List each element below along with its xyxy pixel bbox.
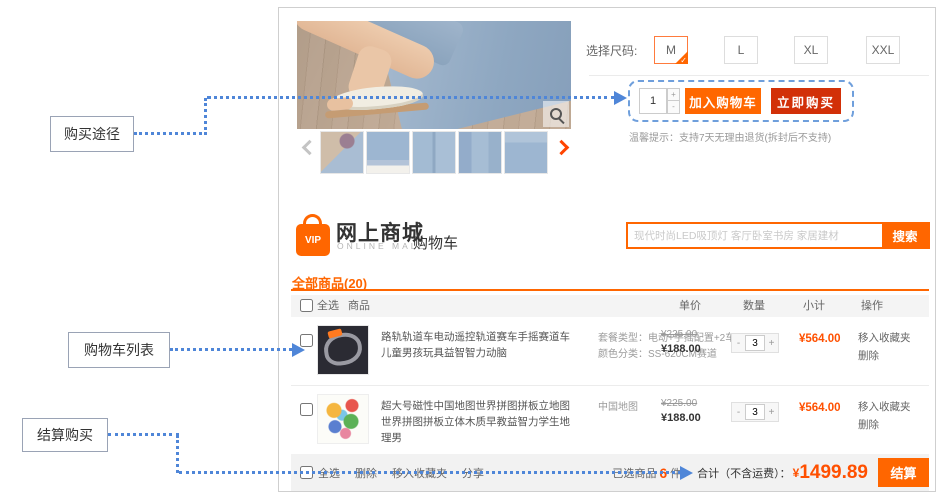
size-chip-xxl-label: XXL — [872, 43, 895, 57]
header-product: 商品 — [348, 295, 370, 317]
move-to-favorites-link[interactable]: 移入收藏夹 — [858, 330, 911, 345]
search-bar: 搜索 — [626, 222, 930, 249]
annotation-arrow — [614, 91, 627, 105]
product-thumbnail-2[interactable] — [366, 131, 410, 174]
image-zoom-button[interactable] — [543, 101, 569, 127]
header-unit-price: 单价 — [679, 295, 701, 317]
header-subtotal: 小计 — [803, 295, 825, 317]
annotation-line — [204, 98, 207, 135]
subtotal: ¥564.00 — [799, 402, 841, 414]
delete-link[interactable]: 删除 — [858, 348, 879, 363]
chevron-right-icon[interactable] — [554, 140, 570, 156]
product-title[interactable]: 路轨轨道车电动遥控轨道赛车手摇赛道车儿童男孩玩具益智智力动脑 — [381, 329, 579, 361]
add-to-cart-button[interactable]: 加入购物车 — [685, 88, 761, 114]
price-new: ¥188.00 — [661, 343, 701, 355]
size-chip-xl[interactable]: XL — [794, 36, 828, 64]
vip-label: VIP — [296, 224, 330, 256]
annotation-arrow — [680, 466, 693, 480]
quantity-input[interactable] — [639, 88, 667, 114]
size-chip-m[interactable]: M ✓ — [654, 36, 688, 64]
total-label: 合计（不含运费）： — [697, 465, 791, 481]
annotation-checkout-label: 结算购买 — [37, 425, 93, 445]
size-label: 选择尺码: — [586, 42, 637, 59]
currency-symbol: ¥ — [793, 466, 800, 480]
price-new: ¥188.00 — [661, 412, 701, 424]
annotation-line — [207, 96, 615, 99]
quantity-decrease-button[interactable]: - — [667, 101, 680, 114]
product-main-image — [297, 21, 571, 129]
annotation-purchase-path: 购买途径 — [50, 116, 134, 152]
section-divider — [589, 75, 929, 76]
qty-minus-button[interactable]: - — [732, 338, 745, 349]
subtotal: ¥564.00 — [799, 333, 841, 345]
search-button[interactable]: 搜索 — [882, 224, 928, 247]
size-chip-xl-label: XL — [804, 43, 819, 57]
product-image-track-toy[interactable] — [317, 325, 369, 375]
product-cart-panel: 选择尺码: M ✓ L XL XXL + - 加入购物车 立即购买 温馨提示：支… — [278, 7, 936, 492]
search-input[interactable] — [628, 224, 882, 247]
product-spec: 中国地图 — [598, 400, 638, 416]
qty-input[interactable] — [745, 335, 765, 351]
cart-row-1: 路轨轨道车电动遥控轨道赛车手摇赛道车儿童男孩玩具益智智力动脑 套餐类型：电动+手… — [291, 317, 929, 386]
annotation-line — [134, 132, 207, 135]
price-cell: ¥225.00 ¥188.00 — [661, 329, 701, 355]
price-cell: ¥225.00 ¥188.00 — [661, 398, 701, 424]
page-title: 购物车 — [413, 232, 458, 253]
annotation-checkout: 结算购买 — [22, 418, 108, 452]
row-checkbox[interactable] — [300, 403, 313, 416]
cart-table-header: 全选 商品 单价 数量 小计 操作 — [291, 295, 929, 317]
size-chip-xxl[interactable]: XXL — [866, 36, 900, 64]
header-quantity: 数量 — [743, 295, 765, 317]
annotation-line — [176, 435, 179, 473]
select-all-checkbox[interactable] — [300, 299, 313, 312]
annotation-cart-list: 购物车列表 — [68, 332, 170, 368]
header-action: 操作 — [861, 295, 883, 317]
price-old: ¥225.00 — [661, 329, 701, 340]
qty-input[interactable] — [745, 404, 765, 420]
size-chip-l[interactable]: L — [724, 36, 758, 64]
header-select-all[interactable]: 全选 — [317, 295, 339, 317]
move-to-favorites-link[interactable]: 移入收藏夹 — [858, 399, 911, 414]
vip-bag-icon: VIP — [296, 214, 330, 256]
price-old: ¥225.00 — [661, 398, 701, 409]
product-thumbnail-1[interactable] — [320, 131, 364, 174]
annotation-line — [108, 433, 179, 436]
annotation-purchase-path-label: 购买途径 — [64, 124, 120, 144]
quantity-increase-button[interactable]: + — [667, 88, 680, 101]
product-image-map-puzzle[interactable] — [317, 394, 369, 444]
qty-plus-button[interactable]: + — [765, 338, 778, 349]
annotation-line — [170, 348, 292, 351]
buy-now-button[interactable]: 立即购买 — [771, 88, 841, 114]
size-chip-l-label: L — [738, 43, 745, 57]
quantity-stepper: - + — [731, 333, 779, 353]
total-amount: 1499.89 — [799, 462, 868, 484]
annotation-line — [179, 471, 681, 474]
page: 选择尺码: M ✓ L XL XXL + - 加入购物车 立即购买 温馨提示：支… — [0, 0, 940, 495]
spec-line-1: 中国地图 — [598, 400, 638, 416]
magnifier-icon — [550, 108, 562, 120]
return-policy-tip: 温馨提示：支持7天无理由退货(拆封后不支持) — [629, 129, 831, 144]
check-icon: ✓ — [680, 56, 687, 65]
annotation-arrow — [292, 343, 305, 357]
chevron-left-icon[interactable] — [302, 140, 318, 156]
delete-link[interactable]: 删除 — [858, 417, 879, 432]
section-underline — [291, 289, 929, 291]
cart-row-2: 超大号磁性中国地图世界拼图拼板立地图世界拼图拼板立体木质早教益智力学生地理男 中… — [291, 386, 929, 454]
product-thumbnail-4[interactable] — [458, 131, 502, 174]
product-thumbnail-3[interactable] — [412, 131, 456, 174]
checkout-button[interactable]: 结算 — [878, 458, 929, 487]
product-title[interactable]: 超大号磁性中国地图世界拼图拼板立地图世界拼图拼板立体木质早教益智力学生地理男 — [381, 398, 579, 446]
qty-plus-button[interactable]: + — [765, 407, 778, 418]
annotation-cart-list-label: 购物车列表 — [84, 340, 154, 360]
product-thumbnail-5[interactable] — [504, 131, 548, 174]
quantity-stepper: - + — [731, 402, 779, 422]
qty-minus-button[interactable]: - — [732, 407, 745, 418]
